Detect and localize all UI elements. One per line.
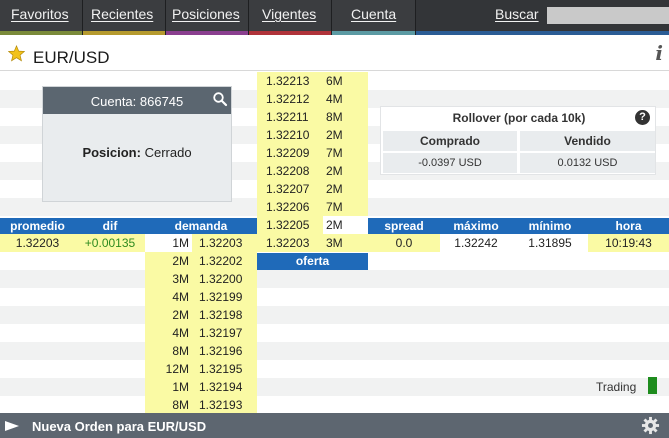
rollover-panel: Rollover (por cada 10k) ? Comprado Vendi… [380, 106, 656, 175]
offer-size: 2M [323, 180, 368, 198]
demand-price[interactable]: 1.32195 [192, 360, 257, 378]
trading-status-indicator [648, 377, 657, 394]
demand-price[interactable]: 1.32198 [192, 306, 257, 324]
tab-vigentes[interactable]: Vigentes [249, 0, 332, 35]
position-label: Posicion: [82, 145, 141, 160]
offer-size: 7M [323, 198, 368, 216]
demand-size: 2M [145, 252, 192, 270]
row-stripe [0, 306, 669, 324]
col-header-min: mínimo [512, 218, 588, 234]
demand-price[interactable]: 1.32193 [192, 396, 257, 413]
rollover-sold-label: Vendido [520, 131, 655, 151]
instrument-header: EUR/USD i [0, 35, 669, 71]
tab-label: Posiciones [172, 6, 240, 22]
offer-size: 3M [323, 234, 368, 252]
account-header[interactable]: Cuenta: 866745 [43, 87, 231, 114]
account-title: Cuenta: 866745 [90, 94, 184, 109]
tab-label: Vigentes [262, 6, 317, 22]
demand-price[interactable]: 1.32200 [192, 270, 257, 288]
offer-header: oferta [257, 253, 368, 270]
offer-size: 8M [323, 108, 368, 126]
rollover-bought-value: -0.0397 USD [383, 153, 517, 173]
new-order-bar[interactable]: Nueva Orden para EUR/USD [0, 413, 669, 438]
search-area: Buscar [416, 0, 669, 35]
offer-price[interactable]: 1.32213 [257, 72, 323, 90]
demand-size: 12M [145, 360, 192, 378]
offer-size: 2M [323, 216, 368, 234]
demand-price[interactable]: 1.32197 [192, 324, 257, 342]
spread-value: 0.0 [368, 234, 440, 252]
offer-price[interactable]: 1.32208 [257, 162, 323, 180]
offer-price[interactable]: 1.32206 [257, 198, 323, 216]
gear-icon[interactable] [641, 416, 660, 435]
demand-size: 4M [145, 324, 192, 342]
search-label[interactable]: Buscar [495, 6, 539, 22]
tab-label: Cuenta [351, 6, 397, 22]
demand-size: 1M [145, 378, 192, 396]
offer-price[interactable]: 1.32209 [257, 144, 323, 162]
tab-label: Recientes [91, 6, 154, 22]
info-icon[interactable]: i [655, 41, 663, 65]
demand-size: 8M [145, 396, 192, 413]
offer-price[interactable]: 1.32211 [257, 108, 323, 126]
search-icon[interactable] [212, 91, 228, 107]
tab-posiciones[interactable]: Posiciones [166, 0, 249, 35]
demand-price[interactable]: 1.32199 [192, 288, 257, 306]
arrow-right-icon [5, 421, 19, 431]
col-header-average: promedio [0, 218, 75, 234]
trading-status-label: Trading [596, 380, 637, 394]
position-value: Cerrado [144, 145, 192, 160]
demand-size: 8M [145, 342, 192, 360]
tab-favoritos[interactable]: Favoritos [0, 0, 83, 35]
offer-size: 4M [323, 90, 368, 108]
row-stripe [0, 270, 669, 288]
col-header-spread: spread [368, 218, 440, 234]
tab-recientes[interactable]: Recientes [83, 0, 166, 35]
col-header-time: hora [588, 218, 669, 234]
page-title: EUR/USD [33, 48, 110, 67]
demand-price[interactable]: 1.32194 [192, 378, 257, 396]
offer-price[interactable]: 1.32210 [257, 126, 323, 144]
max-value: 1.32242 [440, 234, 512, 252]
offer-size: 2M [323, 162, 368, 180]
offer-price[interactable]: 1.32207 [257, 180, 323, 198]
demand-size: 1M [145, 234, 192, 252]
search-input[interactable] [547, 7, 669, 24]
offer-size: 7M [323, 144, 368, 162]
offer-price[interactable]: 1.32203 [257, 234, 323, 252]
row-stripe [0, 342, 669, 360]
demand-price[interactable]: 1.32203 [192, 234, 257, 252]
rollover-title: Rollover (por cada 10k) [452, 111, 586, 125]
row-stripe [0, 378, 669, 396]
demand-price[interactable]: 1.32196 [192, 342, 257, 360]
col-header-diff: dif [75, 218, 145, 234]
col-header-max: máximo [440, 218, 512, 234]
offer-price[interactable]: 1.32205 [257, 216, 323, 234]
tab-cuenta[interactable]: Cuenta [332, 0, 416, 35]
tab-label: Favoritos [11, 6, 69, 22]
star-icon[interactable] [8, 45, 25, 62]
demand-size: 3M [145, 270, 192, 288]
offer-price[interactable]: 1.32212 [257, 90, 323, 108]
demand-size: 4M [145, 288, 192, 306]
col-header-demand: demanda [145, 218, 257, 234]
offer-size: 2M [323, 126, 368, 144]
position-status: Posicion: Cerrado [43, 145, 231, 160]
top-nav: Favoritos Recientes Posiciones Vigentes … [0, 0, 669, 35]
new-order-label: Nueva Orden para EUR/USD [32, 419, 207, 434]
demand-size: 2M [145, 306, 192, 324]
demand-price[interactable]: 1.32202 [192, 252, 257, 270]
time-value: 10:19:43 [588, 234, 669, 252]
account-panel: Cuenta: 866745 Posicion: Cerrado [42, 86, 232, 202]
min-value: 1.31895 [512, 234, 588, 252]
help-icon[interactable]: ? [635, 110, 650, 125]
rollover-sold-value: 0.0132 USD [520, 153, 655, 173]
offer-size: 6M [323, 72, 368, 90]
diff-value: +0.00135 [75, 234, 145, 252]
average-value: 1.32203 [0, 234, 75, 252]
rollover-bought-label: Comprado [383, 131, 517, 151]
